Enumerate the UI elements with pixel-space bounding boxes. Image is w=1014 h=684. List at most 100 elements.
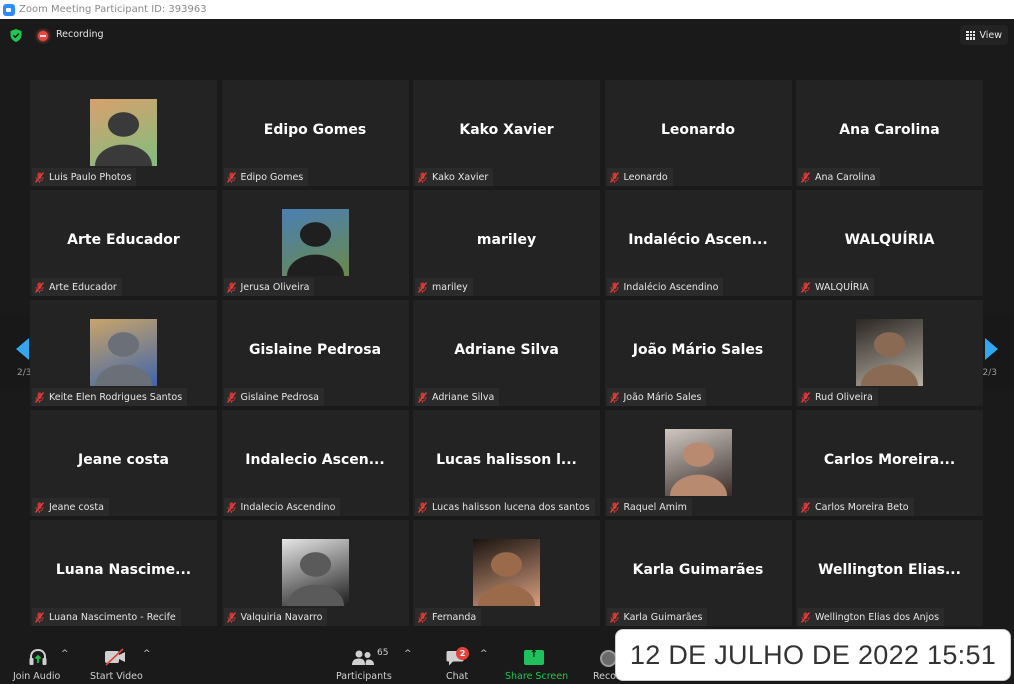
participant-name: Jeane costa <box>49 501 104 513</box>
participant-tile[interactable]: Luis Paulo Photos <box>30 80 217 186</box>
mic-muted-icon <box>609 501 619 513</box>
participant-tile[interactable]: Carlos Moreira... Carlos Moreira Beto <box>796 410 983 516</box>
participant-name: mariley <box>432 281 468 293</box>
mic-muted-icon <box>34 611 45 623</box>
participant-name: Indalecio Ascendino <box>240 501 336 513</box>
participant-name: WALQUÍRIA <box>815 281 869 293</box>
participant-display-name: Leonardo <box>661 122 735 138</box>
arrow-left-icon <box>16 338 29 360</box>
participant-tile[interactable]: Ana Carolina Ana Carolina <box>796 80 983 186</box>
shield-check-icon[interactable] <box>10 29 22 42</box>
participant-tile[interactable]: Edipo Gomes Edipo Gomes <box>221 80 409 186</box>
participant-name-label: WALQUÍRIA <box>798 278 874 296</box>
participant-name: Valquiria Navarro <box>240 611 323 623</box>
participant-display-name: Indalecio Ascen... <box>245 452 385 468</box>
participant-photo <box>281 209 349 276</box>
participant-name-label: Lucas halisson lucena dos santos <box>415 498 595 516</box>
participant-name: Adriane Silva <box>432 391 495 403</box>
participants-options-caret[interactable]: ^ <box>404 649 412 659</box>
chat-button[interactable]: 2 Chat <box>443 631 471 684</box>
chat-options-caret[interactable]: ^ <box>480 649 488 659</box>
view-button[interactable]: View <box>960 25 1008 45</box>
participant-name: Edipo Gomes <box>240 171 304 183</box>
participant-photo <box>473 539 540 606</box>
view-label: View <box>979 29 1002 41</box>
participant-display-name: Carlos Moreira... <box>823 452 956 468</box>
mic-muted-icon <box>417 501 428 513</box>
grid-icon <box>966 30 976 40</box>
mic-muted-icon <box>34 281 45 293</box>
participant-tile[interactable]: Lucas halisson l... Lucas halisson lucena… <box>413 410 600 516</box>
participant-photo <box>281 539 349 606</box>
share-screen-icon <box>524 649 544 665</box>
arrow-right-icon <box>985 338 998 360</box>
participant-tile[interactable]: Karla Guimarães Karla Guimarães <box>604 520 792 626</box>
meeting-window: Recording View 2/3 2/3 Luis Paulo Photos… <box>0 19 1014 684</box>
participant-tile[interactable]: Indalécio Ascen... Indalécio Ascendino <box>604 190 792 296</box>
participant-display-name: WALQUÍRIA <box>844 232 935 248</box>
participant-name-label: Rud Oliveira <box>798 388 878 406</box>
participant-name-label: Edipo Gomes <box>223 168 309 186</box>
participant-name: Keite Elen Rodrigues Santos <box>49 391 183 403</box>
participant-tile[interactable]: Kako Xavier Kako Xavier <box>413 80 600 186</box>
mic-muted-icon <box>800 171 811 183</box>
mic-muted-icon <box>226 611 236 623</box>
audio-options-caret[interactable]: ^ <box>61 649 69 659</box>
participant-name-label: Luana Nascimento - Recife <box>32 608 181 626</box>
participant-tile[interactable]: Indalecio Ascen... Indalecio Ascendino <box>221 410 409 516</box>
participant-name: Leonardo <box>623 171 668 183</box>
participant-tile[interactable]: Luana Nascime... Luana Nascimento - Recif… <box>30 520 217 626</box>
participant-name: João Mário Sales <box>623 391 702 403</box>
participant-tile[interactable]: Rud Oliveira <box>796 300 983 406</box>
participants-count: 65 <box>377 648 389 658</box>
participant-display-name: Gislaine Pedrosa <box>248 342 382 358</box>
participant-name-label: Gislaine Pedrosa <box>223 388 324 406</box>
mic-muted-icon <box>609 391 619 403</box>
participant-display-name: Arte Educador <box>67 232 180 248</box>
share-screen-button[interactable]: Share Screen <box>504 631 568 684</box>
participant-tile[interactable]: Arte Educador Arte Educador <box>30 190 217 296</box>
participant-name-label: Indalecio Ascendino <box>223 498 341 516</box>
participant-tile[interactable]: Raquel Amim <box>604 410 792 516</box>
start-video-button[interactable]: Start Video <box>90 631 144 684</box>
participant-display-name: Lucas halisson l... <box>436 452 577 468</box>
participant-tile[interactable]: Wellington Elias... Wellington Elias dos … <box>796 520 983 626</box>
participant-display-name: Ana Carolina <box>839 122 940 138</box>
participant-tile[interactable]: Valquiria Navarro <box>221 520 409 626</box>
participant-gallery: Luis Paulo Photos Edipo Gomes Edipo Gomes K… <box>30 80 985 626</box>
mic-muted-icon <box>34 501 45 513</box>
mic-muted-icon <box>609 281 619 293</box>
participant-name: Jerusa Oliveira <box>240 281 310 293</box>
join-audio-button[interactable]: Join Audio <box>13 631 63 684</box>
participant-tile[interactable]: Fernanda <box>413 520 600 626</box>
participant-name: Fernanda <box>432 611 477 623</box>
participant-name-label: Wellington Elias dos Anjos <box>798 608 945 626</box>
participant-tile[interactable]: Jeane costa Jeane costa <box>30 410 217 516</box>
participant-name: Karla Guimarães <box>623 611 703 623</box>
participant-name-label: Arte Educador <box>32 278 122 296</box>
participant-display-name: mariley <box>476 232 537 248</box>
participant-tile[interactable]: Leonardo Leonardo <box>604 80 792 186</box>
mic-muted-icon <box>226 391 236 403</box>
participant-display-name: Edipo Gomes <box>263 122 367 138</box>
participant-tile[interactable]: João Mário Sales João Mário Sales <box>604 300 792 406</box>
mic-muted-icon <box>417 391 428 403</box>
participant-photo <box>856 319 923 386</box>
participant-display-name: Karla Guimarães <box>632 562 764 578</box>
participant-tile[interactable]: Jerusa Oliveira <box>221 190 409 296</box>
participants-label: Participants <box>336 671 392 682</box>
timestamp-overlay: 12 DE JULHO DE 2022 15:51 <box>615 629 1011 681</box>
video-options-caret[interactable]: ^ <box>143 649 151 659</box>
participant-name: Gislaine Pedrosa <box>240 391 319 403</box>
window-titlebar: Zoom Meeting Participant ID: 393963 <box>0 0 1014 19</box>
participant-tile[interactable]: mariley mariley <box>413 190 600 296</box>
chat-label: Chat <box>446 671 469 682</box>
mic-muted-icon <box>417 281 428 293</box>
participant-display-name: Jeane costa <box>78 452 169 468</box>
participant-tile[interactable]: Adriane Silva Adriane Silva <box>413 300 600 406</box>
participants-button[interactable]: 65 Participants <box>336 631 394 684</box>
participant-tile[interactable]: Gislaine Pedrosa Gislaine Pedrosa <box>221 300 409 406</box>
participant-tile[interactable]: Keite Elen Rodrigues Santos <box>30 300 217 406</box>
zoom-app-icon <box>3 3 15 16</box>
participant-tile[interactable]: WALQUÍRIA WALQUÍRIA <box>796 190 983 296</box>
